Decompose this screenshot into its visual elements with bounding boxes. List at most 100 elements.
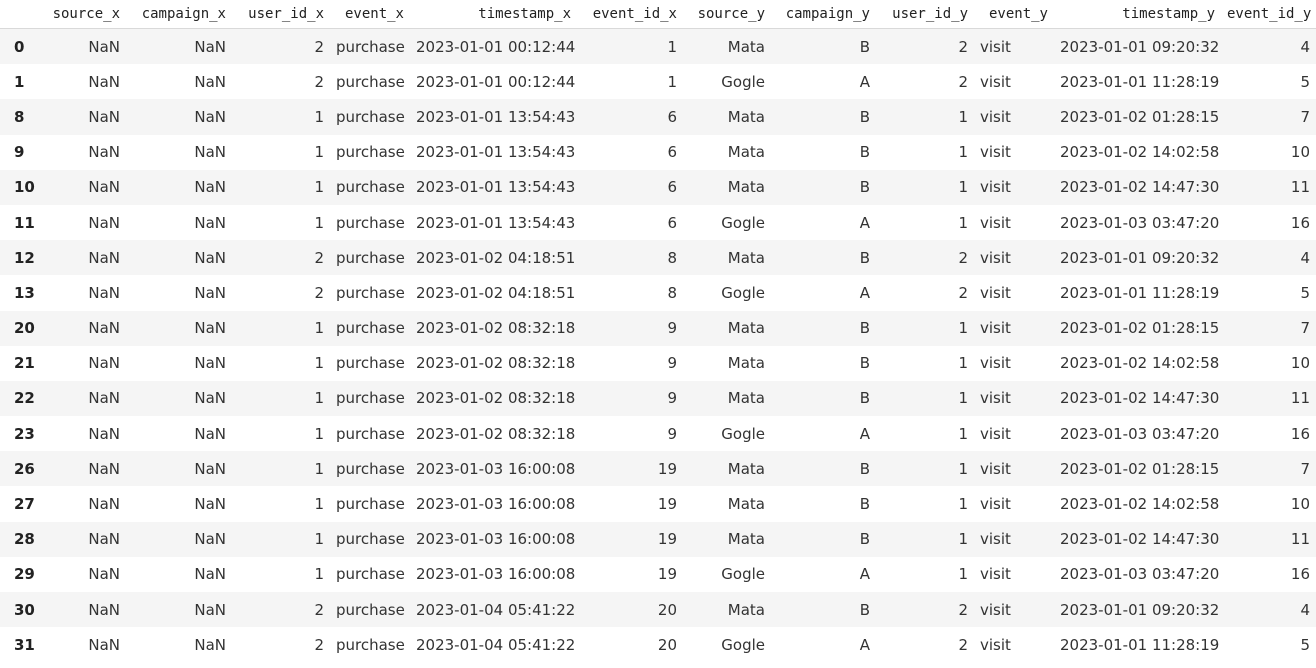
- table-cell-source-x: NaN: [88, 424, 120, 443]
- table-cell-source-y: Mata: [727, 600, 765, 619]
- table-cell-event-id-y: 11: [1290, 530, 1310, 549]
- table-cell-event-id-x: 6: [667, 143, 677, 162]
- table-cell-source-y: Mata: [727, 37, 765, 56]
- table-cell-timestamp-x: 2023-01-01 13:54:43: [416, 213, 576, 232]
- table-cell-event-id-y: 16: [1290, 424, 1310, 443]
- table-cell-user-id-y: 1: [958, 495, 968, 514]
- table-cell-event-x: purchase: [336, 143, 405, 162]
- table-row: 23 NaN NaN 1 purchase 2023-01-02 08:32:18 9 Gog…: [0, 416, 1316, 452]
- column-header-source-x: source_x: [40, 0, 126, 29]
- table-cell-timestamp-x: 2023-01-02 08:32:18: [416, 354, 576, 373]
- column-header-event-id-x: event_id_x: [577, 0, 683, 29]
- table-cell-event-x: purchase: [336, 424, 405, 443]
- table-cell-source-y: Mata: [727, 248, 765, 267]
- table-cell-user-id-x: 1: [314, 459, 324, 478]
- table-cell-event-id-x: 19: [657, 565, 677, 584]
- table-cell-user-id-y: 2: [958, 600, 968, 619]
- table-row: 9 NaN NaN 1 purchase 2023-01-01 13:54:43 6 Mata…: [0, 134, 1316, 170]
- table-cell-source-y: Gogle: [721, 424, 765, 443]
- column-header-event-id-y: event_id_y: [1221, 0, 1316, 29]
- table-cell-timestamp-y: 2023-01-02 14:02:58: [1060, 143, 1220, 162]
- table-cell-campaign-x: NaN: [194, 635, 226, 654]
- table-cell-timestamp-x: 2023-01-02 04:18:51: [416, 283, 576, 302]
- table-cell-event-x: purchase: [336, 178, 405, 197]
- table-cell-event-id-x: 8: [667, 248, 677, 267]
- table-cell-timestamp-y: 2023-01-01 11:28:19: [1060, 283, 1220, 302]
- table-cell-event-y: visit: [980, 459, 1011, 478]
- table-cell-source-y: Mata: [727, 143, 765, 162]
- table-cell-event-y: visit: [980, 424, 1011, 443]
- table-cell-campaign-x: NaN: [194, 459, 226, 478]
- table-cell-timestamp-x: 2023-01-02 08:32:18: [416, 424, 576, 443]
- table-cell-user-id-x: 1: [314, 495, 324, 514]
- table-cell-source-x: NaN: [88, 319, 120, 338]
- table-cell-event-id-y: 5: [1300, 635, 1310, 654]
- table-cell-campaign-x: NaN: [194, 600, 226, 619]
- table-cell-event-id-y: 10: [1290, 354, 1310, 373]
- table-cell-user-id-x: 1: [314, 565, 324, 584]
- table-cell-event-x: purchase: [336, 600, 405, 619]
- table-cell-timestamp-x: 2023-01-01 13:54:43: [416, 178, 576, 197]
- table-cell-event-y: visit: [980, 354, 1011, 373]
- table-cell-user-id-y: 1: [958, 424, 968, 443]
- table-cell-source-y: Mata: [727, 354, 765, 373]
- table-cell-campaign-y: B: [859, 530, 870, 549]
- table-cell-timestamp-y: 2023-01-01 11:28:19: [1060, 635, 1220, 654]
- table-row: 11 NaN NaN 1 purchase 2023-01-01 13:54:43 6 Gog…: [0, 204, 1316, 241]
- table-cell-event-y: visit: [980, 600, 1011, 619]
- table-cell-source-x: NaN: [88, 143, 120, 162]
- table-cell-event-id-y: 10: [1290, 495, 1310, 514]
- table-cell-timestamp-x: 2023-01-01 13:54:43: [416, 107, 576, 126]
- table-cell-user-id-y: 1: [958, 530, 968, 549]
- table-cell-user-id-x: 1: [314, 424, 324, 443]
- table-cell-user-id-y: 1: [958, 107, 968, 126]
- table-cell-user-id-x: 2: [314, 635, 324, 654]
- table-row: 26 NaN NaN 1 purchase 2023-01-03 16:00:08 19 Ma…: [0, 451, 1316, 487]
- row-index: 12: [14, 248, 35, 267]
- table-cell-user-id-x: 2: [314, 283, 324, 302]
- table-cell-campaign-y: B: [859, 143, 870, 162]
- table-cell-event-id-x: 8: [667, 283, 677, 302]
- table-cell-campaign-y: B: [859, 495, 870, 514]
- table-cell-event-y: visit: [980, 635, 1011, 654]
- table-cell-event-id-x: 19: [657, 459, 677, 478]
- table-cell-event-id-x: 19: [657, 530, 677, 549]
- table-body: 0 NaN NaN 2 purchase 2023-01-01 00:12:44 1 Mata…: [0, 28, 1316, 663]
- row-index: 8: [14, 107, 25, 126]
- table-cell-timestamp-x: 2023-01-02 08:32:18: [416, 319, 576, 338]
- table-cell-user-id-x: 1: [314, 530, 324, 549]
- table-cell-source-x: NaN: [88, 635, 120, 654]
- row-index: 0: [14, 37, 25, 56]
- table-cell-campaign-x: NaN: [194, 319, 226, 338]
- table-row: 13 NaN NaN 2 purchase 2023-01-02 04:18:51 8 Gog…: [0, 275, 1316, 311]
- table-cell-timestamp-y: 2023-01-02 01:28:15: [1060, 107, 1220, 126]
- table-cell-user-id-x: 2: [314, 248, 324, 267]
- table-row: 30 NaN NaN 2 purchase 2023-01-04 05:41:22 20 Ma…: [0, 592, 1316, 628]
- table-cell-campaign-x: NaN: [194, 178, 226, 197]
- row-index: 29: [14, 565, 35, 584]
- row-index: 26: [14, 459, 35, 478]
- table-cell-campaign-x: NaN: [194, 143, 226, 162]
- table-cell-event-x: purchase: [336, 213, 405, 232]
- table-cell-source-y: Mata: [727, 107, 765, 126]
- table-cell-event-y: visit: [980, 37, 1011, 56]
- table-cell-timestamp-y: 2023-01-01 09:20:32: [1060, 37, 1220, 56]
- table-cell-campaign-y: A: [859, 565, 870, 584]
- table-cell-source-x: NaN: [88, 459, 120, 478]
- table-cell-source-y: Gogle: [721, 283, 765, 302]
- table-cell-campaign-y: B: [859, 600, 870, 619]
- table-cell-event-y: visit: [980, 178, 1011, 197]
- row-index: 28: [14, 530, 35, 549]
- table-cell-event-id-y: 5: [1300, 283, 1310, 302]
- table-cell-campaign-y: A: [859, 72, 870, 91]
- table-cell-event-x: purchase: [336, 635, 405, 654]
- table-cell-event-id-x: 9: [667, 354, 677, 373]
- table-cell-event-y: visit: [980, 248, 1011, 267]
- table-cell-user-id-x: 2: [314, 72, 324, 91]
- row-index: 13: [14, 283, 35, 302]
- table-cell-source-y: Mata: [727, 389, 765, 408]
- table-cell-event-id-x: 1: [667, 72, 677, 91]
- table-cell-event-id-x: 9: [667, 389, 677, 408]
- table-cell-timestamp-y: 2023-01-03 03:47:20: [1060, 565, 1220, 584]
- table-cell-event-id-y: 7: [1300, 459, 1310, 478]
